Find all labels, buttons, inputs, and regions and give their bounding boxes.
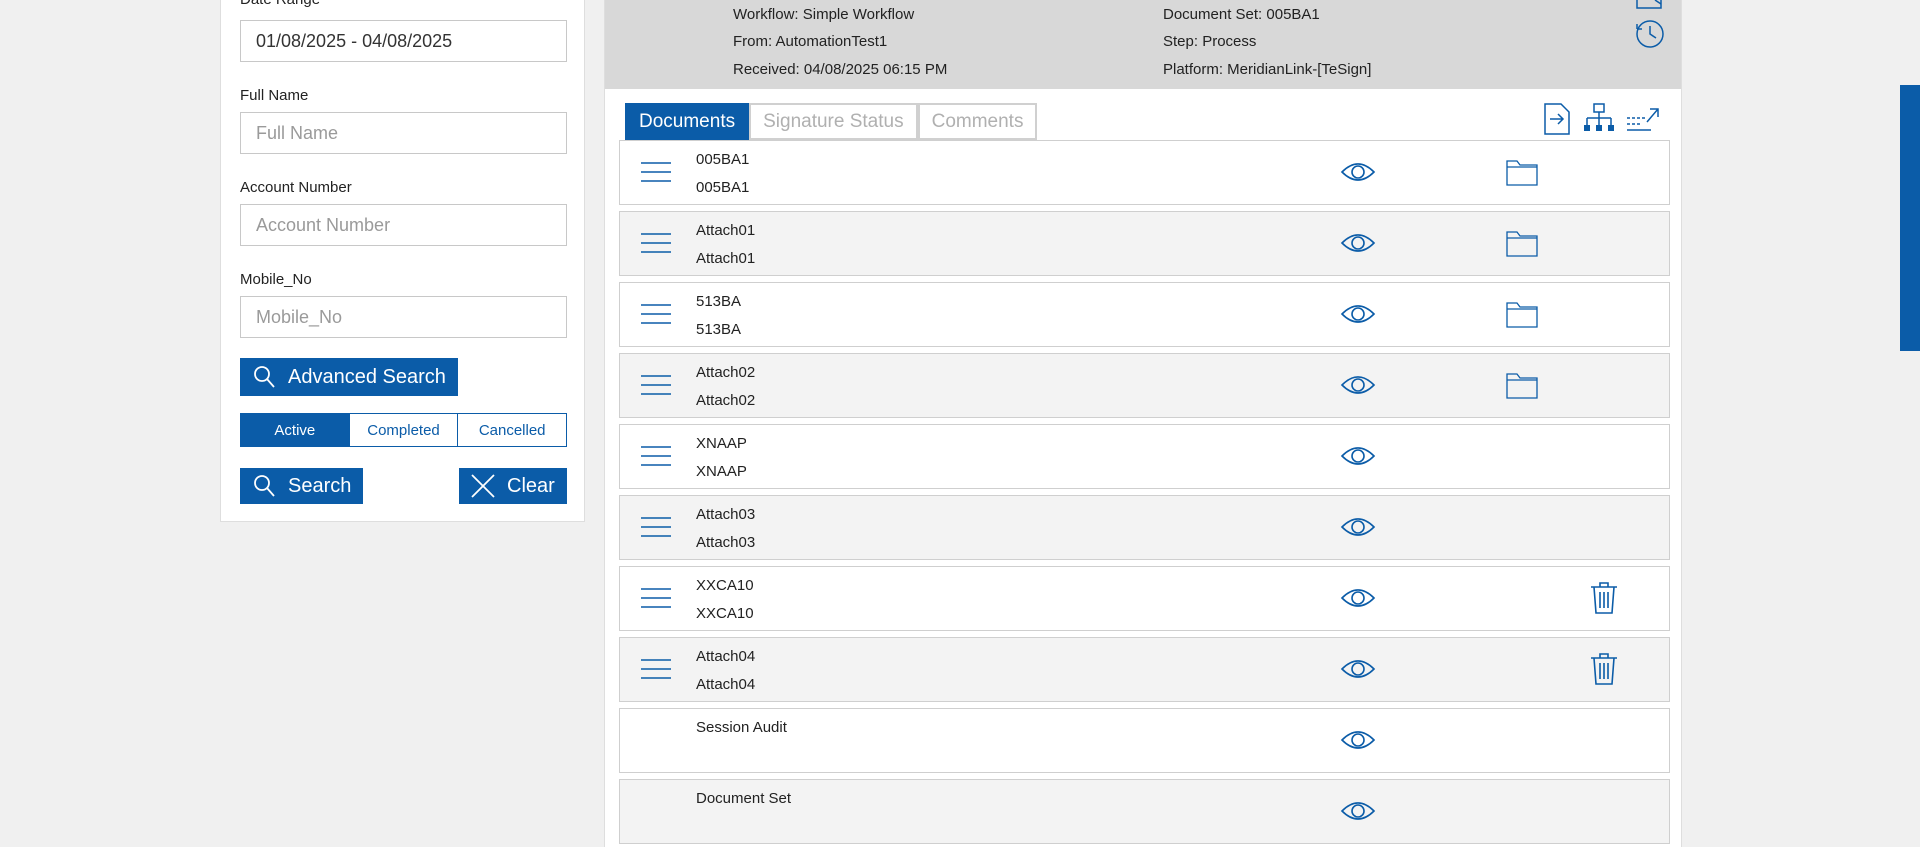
- document-name: 005BA1: [696, 151, 750, 168]
- document-row[interactable]: Attach02 Attach02: [619, 353, 1670, 418]
- tab-bar: Documents Signature Status Comments: [625, 103, 1038, 140]
- hierarchy-icon: [1584, 103, 1614, 131]
- drag-handle-icon[interactable]: [640, 159, 672, 185]
- tab-signature-status[interactable]: Signature Status: [749, 103, 918, 140]
- tab-comments[interactable]: Comments: [917, 103, 1038, 140]
- platform-text: Platform: MeridianLink-[TeSign]: [1163, 61, 1372, 78]
- date-range-input[interactable]: [240, 20, 567, 62]
- eye-icon[interactable]: [1340, 514, 1376, 540]
- search-icon: [254, 366, 275, 388]
- tab-documents[interactable]: Documents: [625, 103, 750, 140]
- account-number-input[interactable]: [240, 204, 567, 246]
- document-name: Attach03: [696, 506, 756, 523]
- document-subtitle: 005BA1: [696, 179, 750, 196]
- status-filter-group: Active Completed Cancelled: [240, 413, 567, 447]
- history-icon[interactable]: [1633, 17, 1667, 51]
- document-row[interactable]: Attach01 Attach01: [619, 211, 1670, 276]
- expand-button[interactable]: [1625, 101, 1661, 137]
- folder-icon[interactable]: [1505, 228, 1539, 258]
- eye-icon[interactable]: [1340, 230, 1376, 256]
- drag-handle-icon[interactable]: [640, 301, 672, 327]
- document-name: Document Set: [696, 790, 792, 807]
- document-subtitle: Attach02: [696, 392, 756, 409]
- date-range-label: Date Range: [240, 0, 320, 8]
- step-text: Step: Process: [1163, 33, 1257, 50]
- search-button[interactable]: Search: [240, 468, 363, 504]
- document-name: Attach04: [696, 648, 756, 665]
- document-row[interactable]: XXCA10 XXCA10: [619, 566, 1670, 631]
- search-icon: [254, 475, 275, 497]
- filter-completed[interactable]: Completed: [349, 414, 459, 446]
- drag-handle-icon[interactable]: [640, 372, 672, 398]
- search-label: Search: [288, 474, 352, 497]
- document-name: XNAAP: [696, 435, 747, 452]
- eye-icon[interactable]: [1340, 727, 1376, 753]
- document-name: Attach02: [696, 364, 756, 381]
- eye-icon[interactable]: [1340, 798, 1376, 824]
- document-row[interactable]: Session Audit: [619, 708, 1670, 773]
- full-name-input[interactable]: [240, 112, 567, 154]
- info-bar: Workflow: Simple Workflow From: Automati…: [605, 0, 1681, 89]
- account-number-label: Account Number: [240, 179, 352, 196]
- document-row[interactable]: Document Set: [619, 779, 1670, 844]
- drag-handle-icon[interactable]: [640, 443, 672, 469]
- export-button[interactable]: [1539, 101, 1575, 137]
- document-subtitle: Attach04: [696, 676, 756, 693]
- document-subtitle: Attach03: [696, 534, 756, 551]
- eye-icon[interactable]: [1340, 301, 1376, 327]
- mobile-no-label: Mobile_No: [240, 271, 312, 288]
- document-name: 513BA: [696, 293, 742, 310]
- filter-cancelled[interactable]: Cancelled: [458, 414, 567, 446]
- mobile-no-input[interactable]: [240, 296, 567, 338]
- detail-panel: Workflow: Simple Workflow From: Automati…: [604, 0, 1682, 847]
- document-name: XXCA10: [696, 577, 754, 594]
- document-subtitle: 513BA: [696, 321, 742, 338]
- trash-icon[interactable]: [1589, 581, 1619, 615]
- document-name: Attach01: [696, 222, 756, 239]
- eye-icon[interactable]: [1340, 585, 1376, 611]
- document-name: Session Audit: [696, 719, 787, 736]
- drag-handle-icon[interactable]: [640, 656, 672, 682]
- document-row[interactable]: Attach03 Attach03: [619, 495, 1670, 560]
- workflow-text: Workflow: Simple Workflow: [733, 6, 915, 23]
- document-row[interactable]: 005BA1 005BA1: [619, 140, 1670, 205]
- document-subtitle: XNAAP: [696, 463, 747, 480]
- drag-handle-icon[interactable]: [640, 585, 672, 611]
- clear-label: Clear: [507, 474, 555, 497]
- document-subtitle: Attach01: [696, 250, 756, 267]
- document-icon[interactable]: [1635, 0, 1665, 12]
- from-text: From: AutomationTest1: [733, 33, 888, 50]
- drag-handle-icon[interactable]: [640, 514, 672, 540]
- eye-icon[interactable]: [1340, 372, 1376, 398]
- export-icon: [1544, 103, 1570, 135]
- advanced-search-button[interactable]: Advanced Search: [240, 358, 458, 396]
- full-name-label: Full Name: [240, 87, 309, 104]
- search-panel: Date Range Full Name Account Number Mobi…: [220, 0, 585, 522]
- folder-icon[interactable]: [1505, 370, 1539, 400]
- close-icon: [471, 474, 495, 498]
- document-row[interactable]: XNAAP XNAAP: [619, 424, 1670, 489]
- eye-icon[interactable]: [1340, 656, 1376, 682]
- drag-handle-icon[interactable]: [640, 230, 672, 256]
- document-set-text: Document Set: 005BA1: [1163, 6, 1320, 23]
- document-row[interactable]: Attach04 Attach04: [619, 637, 1670, 702]
- folder-icon[interactable]: [1505, 157, 1539, 187]
- advanced-search-label: Advanced Search: [288, 365, 446, 388]
- side-panel-tab[interactable]: [1900, 85, 1920, 351]
- document-row[interactable]: 513BA 513BA: [619, 282, 1670, 347]
- eye-icon[interactable]: [1340, 159, 1376, 185]
- expand-arrow-icon: [1627, 108, 1659, 131]
- clear-button[interactable]: Clear: [459, 468, 567, 504]
- trash-icon[interactable]: [1589, 652, 1619, 686]
- eye-icon[interactable]: [1340, 443, 1376, 469]
- filter-active[interactable]: Active: [241, 414, 350, 446]
- folder-icon[interactable]: [1505, 299, 1539, 329]
- received-text: Received: 04/08/2025 06:15 PM: [733, 61, 948, 78]
- hierarchy-button[interactable]: [1581, 101, 1617, 137]
- document-subtitle: XXCA10: [696, 605, 754, 622]
- document-list: 005BA1 005BA1 Attach01 Attach01 513BA 513BA: [619, 140, 1670, 847]
